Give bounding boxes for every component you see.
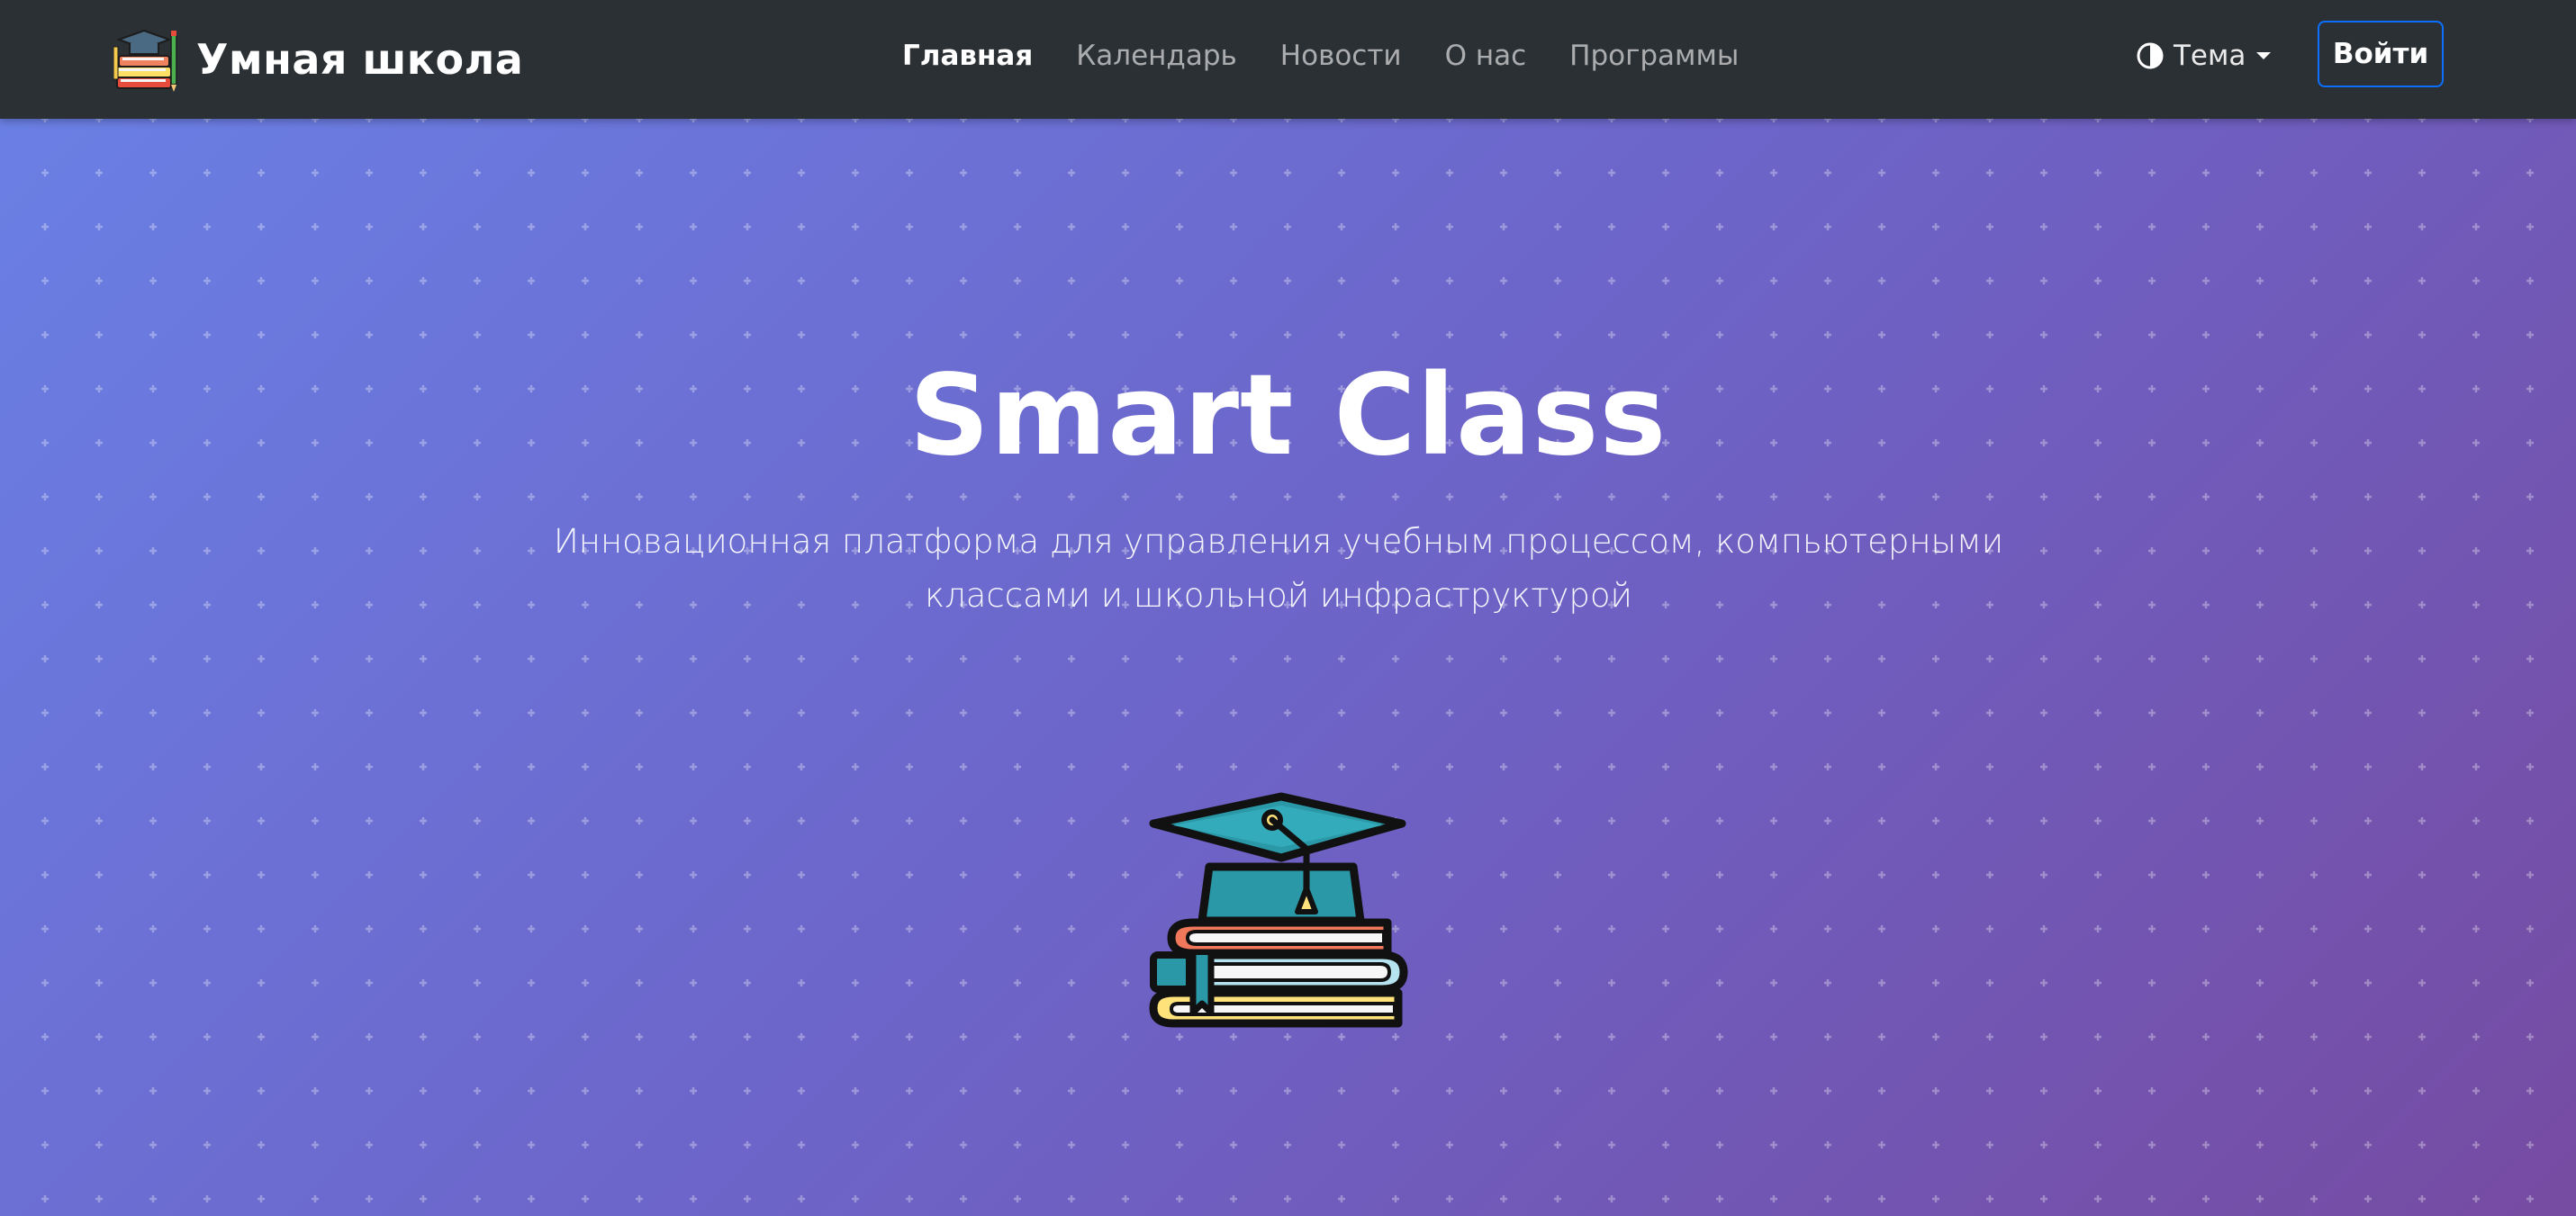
- nav-link-news[interactable]: Новости: [1280, 40, 1402, 72]
- nav-link-about[interactable]: О нас: [1445, 40, 1527, 72]
- hero-section: Smart Class Инновационная платформа для …: [0, 119, 2576, 1216]
- theme-dropdown-toggle[interactable]: Тема: [2136, 0, 2273, 112]
- graduation-cap-on-books-icon: [1149, 792, 1408, 1028]
- nav-link-home[interactable]: Главная: [902, 40, 1033, 72]
- theme-dropdown-label: Тема: [2174, 40, 2246, 72]
- contrast-half-circle-icon: [2137, 42, 2164, 69]
- caret-down-icon: [2256, 52, 2272, 59]
- brand-link[interactable]: Умная школа: [113, 23, 523, 95]
- login-button[interactable]: Войти: [2318, 21, 2444, 87]
- hero-subtitle: Инновационная платформа для управления у…: [553, 522, 2004, 615]
- brand-name: Умная школа: [196, 35, 524, 84]
- top-navbar: Умная школа Главная Календарь Новости О …: [0, 0, 2576, 119]
- nav-link-programs[interactable]: Программы: [1569, 40, 1739, 72]
- main-nav: Главная Календарь Новости О нас Программ…: [902, 0, 1739, 112]
- school-books-logo-icon: [113, 29, 177, 92]
- hero-title: Smart Class: [908, 351, 1668, 481]
- nav-link-calendar[interactable]: Календарь: [1076, 40, 1237, 72]
